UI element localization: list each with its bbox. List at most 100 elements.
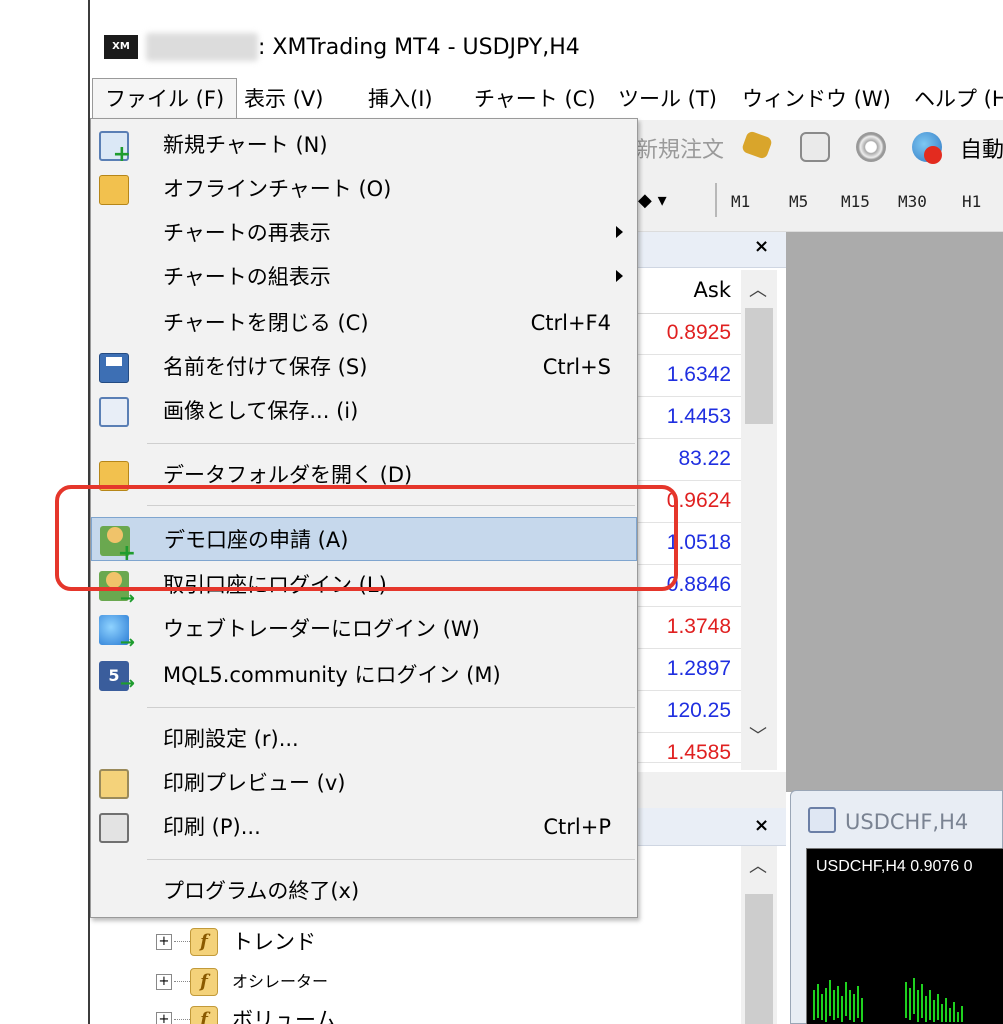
toolbar-separator <box>715 183 717 217</box>
document-icon[interactable] <box>800 132 830 162</box>
price-cell[interactable]: 1.4585 <box>636 733 741 763</box>
save-picture-icon <box>99 397 129 427</box>
window-title: : XMTrading MT4 - USDJPY,H4 <box>258 35 580 60</box>
blurred-account-name <box>146 33 258 61</box>
chart-symbol-label: USDCHF,H4 0.9076 0 <box>816 858 973 875</box>
timeframe-h1[interactable]: H1 <box>962 192 981 211</box>
price-cell[interactable]: 83.22 <box>636 439 741 481</box>
scroll-up-icon[interactable]: ︿ <box>749 852 767 878</box>
menu-separator <box>147 707 635 708</box>
menu-item-label: ウェブトレーダーにログイン (W) <box>163 617 480 641</box>
menu-item-save-as-picture[interactable]: 画像として保存... (i) <box>91 389 637 433</box>
price-value: 120.25 <box>666 699 731 722</box>
mql5-icon: 5 <box>99 661 135 699</box>
tree-label: オシレーター <box>232 972 329 991</box>
price-cell[interactable]: 1.2897 <box>636 649 741 691</box>
menu-item-label: 画像として保存... (i) <box>163 399 359 423</box>
price-cell[interactable]: 1.4453 <box>636 397 741 439</box>
price-value: 1.2897 <box>666 657 731 680</box>
timeframe-m1[interactable]: M1 <box>731 192 750 211</box>
menu-window[interactable]: ウィンドウ (W) <box>730 78 903 120</box>
new-order-button[interactable]: 新規注文 <box>636 132 724 164</box>
price-value: 0.8925 <box>666 321 731 344</box>
menu-item-reopen-chart[interactable]: チャートの再表示 <box>91 211 637 255</box>
menu-item-login-mql5[interactable]: 5 MQL5.community にログイン (M) <box>91 653 637 699</box>
menu-help[interactable]: ヘルプ (H <box>902 78 1003 120</box>
menu-item-label: 名前を付けて保存 (S) <box>163 355 368 379</box>
menu-item-label: チャートを閉じる (C) <box>163 311 369 335</box>
timeframe-m5[interactable]: M5 <box>789 192 808 211</box>
menu-item-label: 新規チャート (N) <box>163 133 328 157</box>
menu-item-shortcut: Ctrl+F4 <box>530 311 611 335</box>
menu-item-print-setup[interactable]: 印刷設定 (r)... <box>91 717 637 761</box>
menu-item-save-as[interactable]: 名前を付けて保存 (S) Ctrl+S <box>91 345 637 389</box>
function-folder-icon: f <box>190 968 218 996</box>
xm-logo-icon: XM <box>104 35 138 59</box>
stop-badge-icon <box>924 146 942 164</box>
save-disk-icon <box>99 353 129 383</box>
navigator-scrollbar[interactable]: ︿ <box>741 846 777 1024</box>
expand-icon[interactable]: + <box>156 934 172 950</box>
tree-label: トレンド <box>232 930 316 954</box>
menu-item-label: 印刷 (P)... <box>163 815 261 839</box>
menu-item-shortcut: Ctrl+S <box>542 355 611 379</box>
menu-item-shortcut: Ctrl+P <box>543 815 611 839</box>
timeframe-m30[interactable]: M30 <box>898 192 927 211</box>
menu-item-label: プログラムの終了(x) <box>163 879 360 903</box>
auto-trading-label[interactable]: 自動 <box>960 132 1003 164</box>
price-value: 1.6342 <box>666 363 731 386</box>
menu-item-print-preview[interactable]: 印刷プレビュー (v) <box>91 761 637 805</box>
price-value: 1.4585 <box>666 741 731 763</box>
menu-item-exit[interactable]: プログラムの終了(x) <box>91 869 637 913</box>
price-value: 83.22 <box>678 447 731 470</box>
navigator-close-icon[interactable]: × <box>754 815 769 836</box>
menu-separator <box>147 859 635 860</box>
price-cell[interactable]: 0.8925 <box>636 313 741 355</box>
scroll-thumb[interactable] <box>745 308 773 424</box>
menu-item-profiles[interactable]: チャートの組表示 <box>91 255 637 299</box>
open-folder-icon <box>99 175 129 205</box>
scroll-thumb[interactable] <box>745 894 773 1024</box>
price-value: 1.4453 <box>666 405 731 428</box>
price-cell[interactable]: 120.25 <box>636 691 741 733</box>
menu-tools[interactable]: ツール (T) <box>606 78 729 120</box>
menu-bar: ファイル (F) 表示 (V) 挿入(I) チャート (C) ツール (T) ウ… <box>90 78 1003 120</box>
menu-chart[interactable]: チャート (C) <box>462 78 608 120</box>
expand-icon[interactable]: + <box>156 1012 172 1024</box>
tree-connector <box>174 1019 190 1020</box>
ask-column-header[interactable]: Ask <box>636 270 741 314</box>
timeframe-m15[interactable]: M15 <box>841 192 870 211</box>
menu-item-label: MQL5.community にログイン (M) <box>163 663 501 687</box>
chart-window-icon <box>808 807 836 833</box>
menu-item-login-webtrader[interactable]: ウェブトレーダーにログイン (W) <box>91 607 637 653</box>
menu-item-close-chart[interactable]: チャートを閉じる (C) Ctrl+F4 <box>91 301 637 345</box>
market-watch-scrollbar[interactable]: ︿ ﹀ <box>741 270 777 770</box>
scroll-up-icon[interactable]: ︿ <box>749 276 767 302</box>
ask-label: Ask <box>693 278 731 302</box>
price-cell[interactable]: 1.3748 <box>636 607 741 649</box>
submenu-arrow-icon <box>616 270 623 282</box>
tree-connector <box>174 981 190 982</box>
menu-item-offline-chart[interactable]: オフラインチャート (O) <box>91 167 637 211</box>
menu-item-new-chart[interactable]: 新規チャート (N) <box>91 123 637 167</box>
logo-text: XM <box>112 41 130 52</box>
highlight-callout <box>55 485 678 591</box>
menu-item-label: チャートの組表示 <box>163 265 331 289</box>
tree-connector <box>174 941 190 942</box>
menu-item-label: 印刷プレビュー (v) <box>163 771 346 795</box>
menu-view[interactable]: 表示 (V) <box>232 78 335 120</box>
function-folder-icon: f <box>190 1006 218 1024</box>
line-tool-icon[interactable]: ◆ ▾ <box>638 190 667 211</box>
web-globe-icon <box>99 615 135 653</box>
market-watch-close-icon[interactable]: × <box>754 236 769 257</box>
signal-icon[interactable] <box>856 132 886 162</box>
scroll-down-icon[interactable]: ﹀ <box>749 722 767 748</box>
printer-icon <box>99 813 129 843</box>
menu-item-print[interactable]: 印刷 (P)... Ctrl+P <box>91 805 637 849</box>
expand-icon[interactable]: + <box>156 974 172 990</box>
menu-file[interactable]: ファイル (F) <box>92 78 238 120</box>
function-folder-icon: f <box>190 928 218 956</box>
menu-separator <box>147 443 635 444</box>
menu-insert[interactable]: 挿入(I) <box>356 78 445 120</box>
price-cell[interactable]: 1.6342 <box>636 355 741 397</box>
